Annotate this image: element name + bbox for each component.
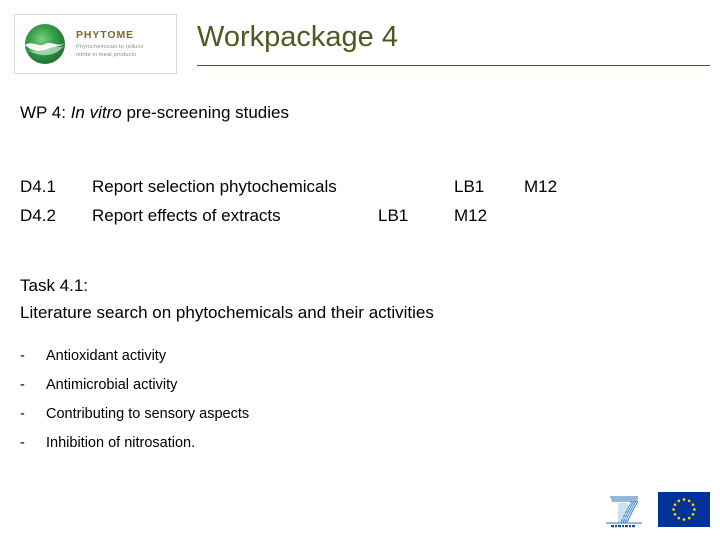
dash-bullet-icon: - [20,377,25,393]
activity-label: Antimicrobial activity [46,377,178,393]
slide-body: WP 4: In vitro pre-screening studies D4.… [0,80,720,480]
deliverable-id: D4.2 [20,206,56,225]
fp7-seventh-framework-programme-icon [598,490,650,530]
phytome-tagline-line1: Phytochemicals to reduce [76,43,144,50]
table-row: D4.1 Report selection phytochemicals LB1… [20,172,620,201]
task-description: Literature search on phytochemicals and … [20,303,434,322]
deliverable-partner: LB1 [378,206,409,225]
workpackage-subtitle: WP 4: In vitro pre-screening studies [20,102,289,124]
list-item: - Inhibition of nitrosation. [20,429,520,458]
list-item: - Antimicrobial activity [20,371,520,400]
task-block: Task 4.1: Literature search on phytochem… [20,272,680,326]
deliverable-month: M12 [524,177,558,196]
phytome-tagline: Phytochemicals to reduce nitrite in meat… [76,43,176,59]
slide-header: PHYTOME Phytochemicals to reduce nitrite… [0,0,720,80]
phytome-brand-name: PHYTOME [76,28,135,41]
dash-bullet-icon: - [20,406,25,422]
subtitle-prefix: WP 4: [20,103,71,122]
deliverable-month: M12 [454,206,488,225]
list-item: - Contributing to sensory aspects [20,400,520,429]
page-title: Workpackage 4 [197,21,398,53]
phytome-logo-text: PHYTOME Phytochemicals to reduce nitrite… [76,29,176,59]
european-union-flag-icon [658,492,710,527]
deliverable-description: Report selection phytochemicals [92,177,337,196]
activity-list: - Antioxidant activity - Antimicrobial a… [20,342,520,458]
phytome-tagline-line2: nitrite in meat products [76,52,137,58]
dash-bullet-icon: - [20,348,25,364]
phytome-logo: PHYTOME Phytochemicals to reduce nitrite… [14,14,177,74]
dash-bullet-icon: - [20,435,25,451]
title-divider [197,65,710,66]
subtitle-suffix: pre-screening studies [121,103,289,122]
task-heading: Task 4.1: [20,276,89,295]
subtitle-italic-term: In vitro [70,103,122,122]
deliverables-table: D4.1 Report selection phytochemicals LB1… [20,172,620,230]
deliverable-id: D4.1 [20,177,56,196]
deliverable-description: Report effects of extracts [92,206,281,225]
deliverable-partner: LB1 [454,177,485,196]
table-row: D4.2 Report effects of extracts LB1 M12 [20,201,620,230]
activity-label: Antioxidant activity [46,348,167,364]
activity-label: Inhibition of nitrosation. [46,435,196,451]
phytome-globe-icon [22,21,68,67]
activity-label: Contributing to sensory aspects [46,406,250,422]
list-item: - Antioxidant activity [20,342,520,371]
